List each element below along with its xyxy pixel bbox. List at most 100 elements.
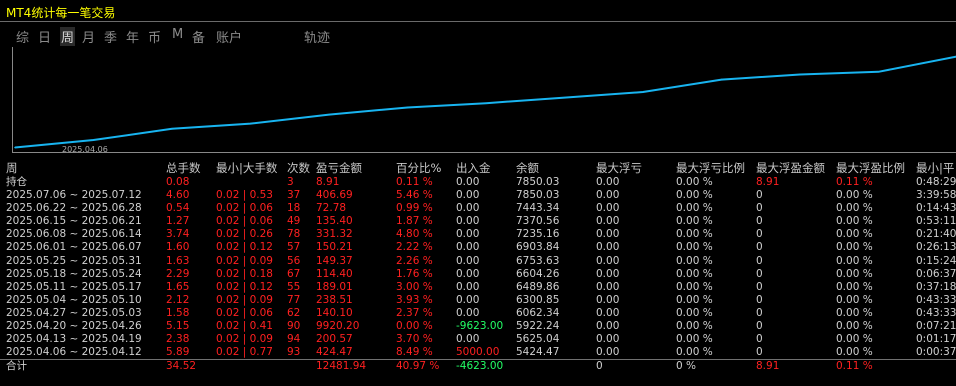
table-cell-9: 0.00 % bbox=[676, 241, 713, 254]
period-tab-bar: 综日周月季年币 M 备账户 轨迹 bbox=[0, 23, 956, 47]
table-cell-4: 150.21 bbox=[316, 241, 353, 254]
table-cell-0: 持仓 bbox=[6, 176, 27, 188]
table-cell-9: 0.00 % bbox=[676, 320, 713, 333]
table-cell-5: 1.87 % bbox=[396, 215, 433, 228]
table-cell-6: -9623.00 bbox=[456, 320, 504, 333]
table-cell-7: 7443.34 bbox=[516, 202, 560, 215]
tab-1[interactable]: 日 bbox=[38, 27, 51, 46]
table-cell-0: 2025.05.25 ~ 2025.05.31 bbox=[6, 254, 142, 267]
balance-point-0 bbox=[14, 146, 16, 149]
table-cell-9: 0.00 % bbox=[676, 254, 713, 267]
tab-3[interactable]: 月 bbox=[82, 27, 95, 46]
tab-5[interactable]: 年 bbox=[126, 27, 139, 46]
table-row[interactable]: 2025.06.01 ~ 2025.06.07 1.60 0.02 | 0.12 57… bbox=[0, 241, 956, 254]
table-cell-8: 0.00 bbox=[596, 228, 620, 241]
table-cell-12: 0:26:13 bbox=[916, 241, 956, 254]
table-cell-0: 2025.05.04 ~ 2025.05.10 bbox=[6, 293, 142, 306]
table-row[interactable]: 2025.04.13 ~ 2025.04.19 2.38 0.02 | 0.09 94… bbox=[0, 333, 956, 346]
table-cell-3: 93 bbox=[287, 346, 301, 359]
table-row[interactable]: 2025.04.20 ~ 2025.04.26 5.15 0.02 | 0.41 90… bbox=[0, 320, 956, 333]
tab-10[interactable]: 轨迹 bbox=[304, 27, 330, 46]
table-cell-4: 149.37 bbox=[316, 254, 353, 267]
table-cell-3: 77 bbox=[287, 293, 301, 306]
table-cell-2: 0.02 | 0.09 bbox=[216, 333, 273, 346]
table-cell-3: 3 bbox=[287, 176, 294, 188]
table-cell-0: 合计 bbox=[6, 360, 27, 373]
table-cell-9: 0.00 % bbox=[676, 176, 713, 188]
table-cell-4: 424.47 bbox=[316, 346, 353, 359]
table-row[interactable]: 持仓 0.08 3 8.91 0.11 % 0.00 7850.03 0.00 0.00 % 8.… bbox=[0, 176, 956, 189]
table-cell-11: 0.11 % bbox=[836, 176, 873, 188]
balance-series-line bbox=[14, 55, 956, 149]
balance-point-5 bbox=[406, 106, 409, 109]
table-cell-0: 2025.04.20 ~ 2025.04.26 bbox=[6, 320, 142, 333]
table-body: 持仓 0.08 3 8.91 0.11 % 0.00 7850.03 0.00 0.00 % 8.… bbox=[0, 176, 956, 359]
table-cell-12: 0:06:37 bbox=[916, 267, 956, 280]
table-cell-4: 12481.94 bbox=[316, 360, 367, 373]
table-cell-4: 114.40 bbox=[316, 267, 353, 280]
tab-0[interactable]: 综 bbox=[16, 27, 29, 46]
table-cell-6: -4623.00 bbox=[456, 360, 504, 373]
table-cell-12: 0:00:37 bbox=[916, 346, 956, 359]
table-cell-5: 4.80 % bbox=[396, 228, 433, 241]
table-cell-2: 0.02 | 0.06 bbox=[216, 215, 273, 228]
table-row[interactable]: 2025.05.25 ~ 2025.05.31 1.63 0.02 | 0.09 56… bbox=[0, 255, 956, 268]
balance-point-11 bbox=[877, 70, 880, 73]
table-cell-4: 200.57 bbox=[316, 333, 353, 346]
table-cell-3: 18 bbox=[287, 202, 301, 215]
table-cell-7: 7850.03 bbox=[516, 189, 560, 202]
column-header-12: 最小|平 bbox=[916, 161, 955, 175]
table-cell-10: 0 bbox=[756, 306, 763, 319]
stats-table: 周 总手数 最小|大手数 次数 盈亏金额 百分比% 出入金 余额 最大浮亏 最大浮亏比例 最大浮盈金… bbox=[0, 160, 956, 373]
tab-6[interactable]: 币 bbox=[148, 27, 161, 46]
table-cell-1: 2.29 bbox=[166, 267, 190, 280]
table-row[interactable]: 2025.05.11 ~ 2025.05.17 1.65 0.02 | 0.12 55… bbox=[0, 281, 956, 294]
table-cell-7: 5424.47 bbox=[516, 346, 560, 359]
table-row[interactable]: 2025.06.15 ~ 2025.06.21 1.27 0.02 | 0.06 49… bbox=[0, 215, 956, 228]
title-bar: MT4统计每一笔交易 bbox=[0, 0, 956, 22]
table-cell-10: 0 bbox=[756, 215, 763, 228]
table-cell-11: 0.00 % bbox=[836, 215, 873, 228]
tab-4[interactable]: 季 bbox=[104, 27, 117, 46]
table-row[interactable]: 2025.05.04 ~ 2025.05.10 2.12 0.02 | 0.09 77… bbox=[0, 294, 956, 307]
table-cell-2: 0.02 | 0.06 bbox=[216, 202, 273, 215]
table-row[interactable]: 2025.05.18 ~ 2025.05.24 2.29 0.02 | 0.18 67… bbox=[0, 268, 956, 281]
table-cell-1: 3.74 bbox=[166, 228, 190, 241]
table-cell-12: 0:53:11 bbox=[916, 215, 956, 228]
table-cell-6: 0.00 bbox=[456, 202, 480, 215]
table-cell-11: 0.00 % bbox=[836, 320, 873, 333]
table-row[interactable]: 2025.06.22 ~ 2025.06.28 0.54 0.02 | 0.06 18… bbox=[0, 202, 956, 215]
table-cell-1: 5.15 bbox=[166, 320, 190, 333]
tab-9[interactable]: 账户 bbox=[216, 27, 242, 46]
table-cell-7: 5625.04 bbox=[516, 333, 560, 346]
table-cell-12: 0:37:18 bbox=[916, 280, 956, 293]
tab-2[interactable]: 周 bbox=[60, 27, 76, 46]
tab-8[interactable]: 备 bbox=[192, 27, 205, 46]
table-cell-12: 0:15:24 bbox=[916, 254, 956, 267]
table-cell-7: 6903.84 bbox=[516, 241, 560, 254]
table-cell-8: 0.00 bbox=[596, 333, 620, 346]
table-cell-2: 0.02 | 0.53 bbox=[216, 189, 273, 202]
table-row[interactable]: 2025.04.27 ~ 2025.05.03 1.58 0.02 | 0.06 62… bbox=[0, 307, 956, 320]
table-cell-12: 0:01:17 bbox=[916, 333, 956, 346]
table-cell-3: 57 bbox=[287, 241, 301, 254]
table-cell-4: 406.69 bbox=[316, 189, 353, 202]
table-row[interactable]: 2025.07.06 ~ 2025.07.12 4.60 0.02 | 0.53 37… bbox=[0, 189, 956, 202]
table-cell-8: 0.00 bbox=[596, 202, 620, 215]
table-cell-5: 2.26 % bbox=[396, 254, 433, 267]
table-cell-10: 0 bbox=[756, 228, 763, 241]
table-cell-7: 6489.86 bbox=[516, 280, 560, 293]
table-cell-5: 0.11 % bbox=[396, 176, 433, 188]
table-cell-1: 0.54 bbox=[166, 202, 190, 215]
table-cell-12: 0:07:21 bbox=[916, 320, 956, 333]
tab-7[interactable]: M bbox=[172, 27, 183, 42]
table-row[interactable]: 2025.06.08 ~ 2025.06.14 3.74 0.02 | 0.26 78… bbox=[0, 228, 956, 241]
table-cell-11: 0.00 % bbox=[836, 228, 873, 241]
table-cell-7: 6300.85 bbox=[516, 293, 560, 306]
column-header-8: 最大浮亏 bbox=[596, 161, 642, 175]
table-row[interactable]: 2025.04.06 ~ 2025.04.12 5.89 0.02 | 0.77 93… bbox=[0, 346, 956, 359]
table-cell-8: 0.00 bbox=[596, 189, 620, 202]
table-cell-8: 0.00 bbox=[596, 254, 620, 267]
table-cell-1: 2.38 bbox=[166, 333, 190, 346]
table-cell-2: 0.02 | 0.41 bbox=[216, 320, 273, 333]
